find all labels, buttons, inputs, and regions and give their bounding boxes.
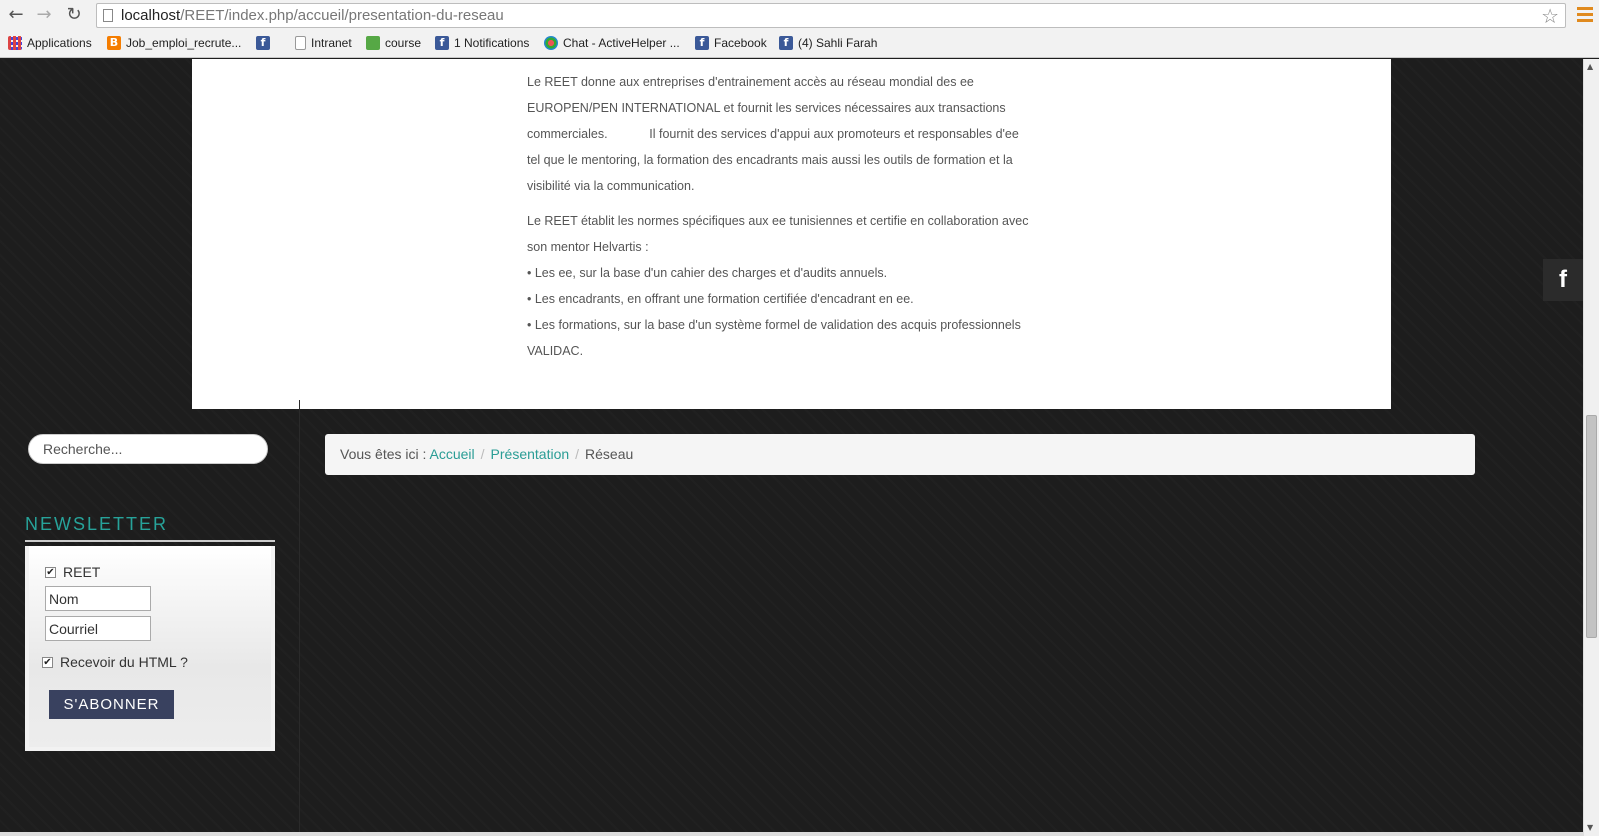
text-line: visibilité via la communication. [527,179,695,193]
text-line: EUROPEN/PEN INTERNATIONAL et fournit les… [527,101,1006,115]
facebook-icon: f [435,36,449,50]
text-line: tel que le mentoring, la formation des e… [527,153,1013,167]
scroll-thumb[interactable] [1586,415,1597,638]
page-icon [103,9,113,22]
facebook-icon: f [256,36,270,50]
html-checkbox-row[interactable]: ✔ Recevoir du HTML ? [42,654,188,670]
course-icon [366,36,380,50]
text-line: • Les ee, sur la base d'un cahier des ch… [527,266,888,280]
bookmark-star-icon[interactable]: ☆ [1541,4,1559,28]
breadcrumb-presentation[interactable]: Présentation [491,446,570,462]
breadcrumb: Vous êtes ici : Accueil / Présentation / Rés… [325,434,1475,475]
bookmark-label: 1 Notifications [454,36,530,50]
blogger-icon: B [107,36,121,50]
url-text[interactable]: localhost/REET/index.php/accueil/present… [121,7,504,24]
bookmark-sahli-farah[interactable]: f (4) Sahli Farah [779,36,877,50]
bookmark-facebook-icon-only[interactable]: f [256,36,275,50]
email-field[interactable] [45,616,151,641]
bookmark-label: Chat - ActiveHelper ... [563,36,680,50]
newsletter-form: ✔ REET ✔ Recevoir du HTML ? S'ABONNER [25,546,275,751]
article-paragraph-2: Le REET établit les normes spécifiques a… [527,208,1049,364]
text-line: son mentor Helvartis : [527,240,649,254]
article-text: Le REET donne aux entreprises d'entraine… [527,69,1049,373]
back-arrow-icon[interactable]: ← [6,5,26,25]
html-checkbox-label: Recevoir du HTML ? [60,654,188,670]
bookmark-applications[interactable]: Applications [8,36,92,50]
text-line: VALIDAC. [527,344,584,358]
text-line: Le REET établit les normes spécifiques a… [527,214,1029,228]
article-paragraph-1: Le REET donne aux entreprises d'entraine… [527,69,1049,199]
text-line: commerciales. Il fournit des services d'… [527,127,1019,141]
address-bar[interactable]: localhost/REET/index.php/accueil/present… [96,3,1566,28]
search-input[interactable] [28,434,268,464]
bookmark-label: Job_emploi_recrute... [126,36,242,50]
bookmark-facebook[interactable]: f Facebook [695,36,767,50]
facebook-icon: f [779,36,793,50]
page-body: Le REET donne aux entreprises d'entraine… [0,59,1583,836]
name-field[interactable] [45,586,151,611]
bookmark-intranet[interactable]: Intranet [295,36,352,50]
breadcrumb-prefix: Vous êtes ici : [340,446,430,462]
browser-toolbar: ← → ↻ localhost/REET/index.php/accueil/p… [0,0,1599,30]
vertical-scrollbar[interactable]: ▲ ▼ [1583,59,1599,836]
bookmark-label: course [385,36,422,50]
bookmark-label: (4) Sahli Farah [798,36,878,50]
breadcrumb-accueil[interactable]: Accueil [430,446,475,462]
html-checkbox[interactable]: ✔ [42,656,53,668]
bottom-strip [0,832,1583,836]
text-line: • Les encadrants, en offrant une formati… [527,292,914,306]
chat-icon [544,36,558,50]
content-panel: Le REET donne aux entreprises d'entraine… [192,59,1391,409]
breadcrumb-current: Réseau [585,446,634,462]
text-line: • Les formations, sur la base d'un systè… [527,318,1021,332]
scroll-up-arrow-icon[interactable]: ▲ [1587,62,1593,71]
facebook-side-icon[interactable]: f [1543,259,1583,301]
newsletter-title: NEWSLETTER [25,514,169,534]
text-line: Le REET donne aux entreprises d'entraine… [527,75,974,89]
scroll-down-arrow-icon[interactable]: ▼ [1587,823,1593,832]
browser-menu-icon[interactable] [1577,7,1593,23]
bookmark-label: Applications [27,36,92,50]
breadcrumb-separator: / [575,446,580,462]
apps-grid-icon [8,36,22,50]
bookmark-job[interactable]: B Job_emploi_recrute... [107,36,241,50]
subscribe-button[interactable]: S'ABONNER [49,690,174,719]
reload-icon[interactable]: ↻ [64,5,84,25]
facebook-icon: f [695,36,709,50]
bookmark-label: Facebook [714,36,767,50]
newsletter-divider [25,540,275,542]
bookmarks-bar: Applications B Job_emploi_recrute... f In… [0,30,1599,58]
bookmark-label: Intranet [311,36,352,50]
list-checkbox[interactable]: ✔ [45,566,56,578]
bookmark-chat[interactable]: Chat - ActiveHelper ... [544,36,680,50]
column-divider [299,400,300,836]
forward-arrow-icon[interactable]: → [34,5,54,25]
bookmark-course[interactable]: course [366,36,421,50]
list-checkbox-row[interactable]: ✔ REET [45,564,100,580]
list-checkbox-label: REET [63,564,101,580]
breadcrumb-separator: / [480,446,485,462]
bookmark-notifications[interactable]: f 1 Notifications [435,36,529,50]
page-icon [295,36,306,50]
